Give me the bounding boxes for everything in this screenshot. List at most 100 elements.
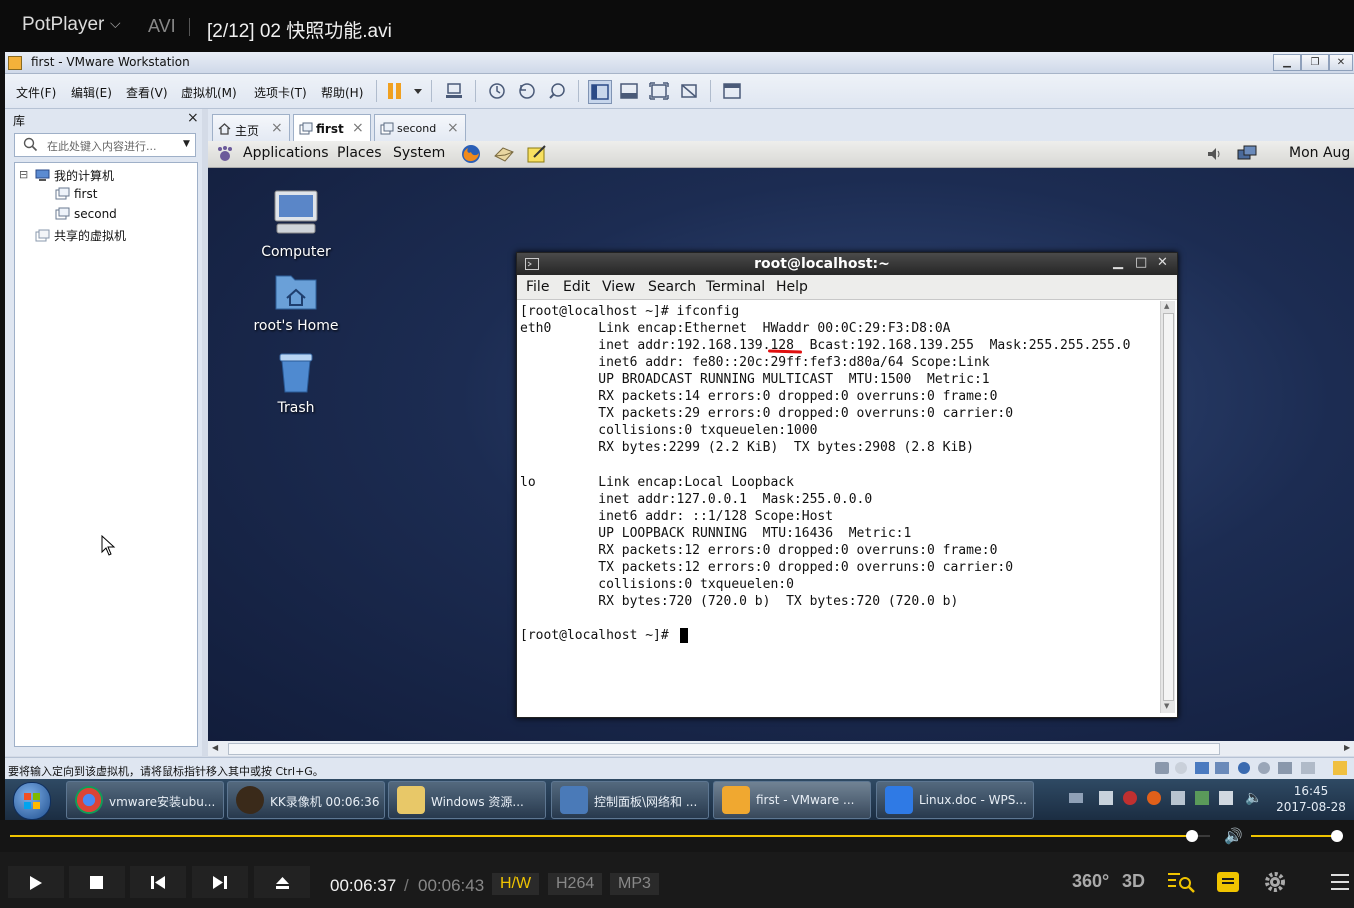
display-icon[interactable]: [1301, 762, 1315, 774]
message-icon[interactable]: [1333, 761, 1347, 775]
full-screen-icon[interactable]: [648, 80, 670, 102]
next-button[interactable]: [192, 866, 248, 898]
previous-button[interactable]: [130, 866, 186, 898]
scroll-up-icon[interactable]: ▲: [1164, 302, 1169, 310]
menu-edit[interactable]: 编辑(E): [71, 84, 112, 101]
terminal-menu-search[interactable]: Search: [648, 279, 696, 295]
taskbar-date[interactable]: 2017-08-28: [1275, 800, 1347, 814]
volume-track[interactable]: [1251, 830, 1343, 842]
taskbar-item-explorer[interactable]: Windows 资源...: [388, 781, 546, 819]
sound-icon[interactable]: [1258, 762, 1270, 774]
collapse-toggle[interactable]: ⊟: [19, 168, 28, 181]
minimize-button[interactable]: ▁: [1273, 54, 1301, 71]
taskbar-time[interactable]: 16:45: [1275, 784, 1347, 798]
close-icon[interactable]: ✕: [1157, 255, 1168, 270]
terminal-menu-file[interactable]: File: [526, 279, 549, 295]
volume-icon[interactable]: 🔊: [1224, 827, 1243, 845]
tray-recorder-icon[interactable]: [1147, 791, 1161, 805]
taskbar-item-control-panel[interactable]: 控制面板\网络和 ...: [551, 781, 709, 819]
pause-icon[interactable]: [384, 80, 406, 102]
guest-menu-system[interactable]: System: [393, 145, 445, 161]
tab-close-icon[interactable]: ×: [352, 120, 364, 136]
terminal-scrollbar[interactable]: ▲ ▼: [1160, 301, 1175, 713]
terminal-menu-edit[interactable]: Edit: [563, 279, 590, 295]
usb-icon[interactable]: [1238, 762, 1250, 774]
tab-home[interactable]: 主页 ×: [212, 114, 290, 142]
tree-item-my-computer[interactable]: 我的计算机: [35, 167, 114, 184]
hw-decode-badge[interactable]: H/W: [492, 873, 540, 895]
menu-icon[interactable]: [1330, 873, 1350, 891]
terminal-menu-help[interactable]: Help: [776, 279, 808, 295]
mail-client-icon[interactable]: [493, 144, 515, 164]
tray-device-icon[interactable]: [1219, 791, 1233, 805]
send-ctrl-alt-del-icon[interactable]: [443, 80, 465, 102]
restore-button[interactable]: ❐: [1301, 54, 1329, 71]
taskbar-item-vmware[interactable]: first - VMware ...: [713, 781, 871, 819]
tree-item-second[interactable]: second: [55, 207, 117, 221]
subtitle-search-icon[interactable]: [1166, 870, 1196, 894]
terminal-menu-view[interactable]: View: [602, 279, 635, 295]
revert-snapshot-icon[interactable]: [516, 80, 538, 102]
vm-horizontal-scrollbar[interactable]: ◀ ▶: [208, 741, 1354, 756]
3d-button[interactable]: 3D: [1122, 871, 1145, 892]
console-view-icon[interactable]: [721, 80, 743, 102]
tab-first[interactable]: first ×: [293, 114, 371, 142]
maximize-icon[interactable]: □: [1135, 255, 1147, 270]
snapshot-icon[interactable]: [486, 80, 508, 102]
settings-gear-icon[interactable]: [1263, 870, 1287, 894]
network-icon[interactable]: [1236, 144, 1258, 164]
desktop-icon-home[interactable]: root's Home: [241, 270, 351, 334]
tree-item-first[interactable]: first: [55, 187, 97, 201]
guest-menu-places[interactable]: Places: [337, 145, 382, 161]
guest-menu-applications[interactable]: Applications: [243, 145, 329, 161]
menu-vm[interactable]: 虚拟机(M): [181, 84, 237, 101]
printer-icon[interactable]: [1278, 762, 1292, 774]
stop-button[interactable]: [69, 866, 125, 898]
unity-mode-icon[interactable]: [678, 80, 700, 102]
network-adapter-icon[interactable]: [1195, 762, 1209, 774]
menu-tabs[interactable]: 选项卡(T): [254, 84, 307, 101]
scrollbar-thumb[interactable]: [1163, 313, 1174, 701]
playlist-icon[interactable]: [1216, 871, 1240, 893]
desktop-icon-computer[interactable]: Computer: [241, 188, 351, 260]
scroll-right-icon[interactable]: ▶: [1344, 743, 1350, 752]
close-icon[interactable]: ×: [187, 110, 199, 126]
minimize-icon[interactable]: ▁: [1113, 255, 1123, 270]
audio-codec-badge[interactable]: MP3: [610, 873, 659, 895]
show-library-icon[interactable]: [588, 80, 612, 104]
taskbar-item-chrome[interactable]: vmware安装ubu...: [66, 781, 224, 819]
tray-security-icon[interactable]: [1195, 791, 1209, 805]
tab-close-icon[interactable]: ×: [271, 120, 283, 136]
terminal-output[interactable]: [root@localhost ~]# ifconfig eth0 Link e…: [520, 303, 1160, 713]
tray-network-icon[interactable]: [1171, 791, 1185, 805]
terminal-title-bar[interactable]: root@localhost:~ ▁ □ ✕: [517, 253, 1177, 275]
scroll-left-icon[interactable]: ◀: [212, 743, 218, 752]
360-button[interactable]: 360°: [1072, 871, 1109, 892]
tray-antivirus-icon[interactable]: [1123, 791, 1137, 805]
close-button[interactable]: ✕: [1329, 54, 1353, 71]
menu-file[interactable]: 文件(F): [16, 84, 56, 101]
desktop-icon-trash[interactable]: Trash: [241, 350, 351, 416]
start-button[interactable]: [13, 782, 51, 820]
taskbar-item-kk-recorder[interactable]: KK录像机 00:06:36: [227, 781, 385, 819]
cd-drive-icon[interactable]: [1175, 762, 1187, 774]
scrollbar-thumb[interactable]: [228, 743, 1220, 755]
notes-editor-icon[interactable]: [526, 144, 548, 164]
tab-close-icon[interactable]: ×: [447, 120, 459, 136]
potplayer-brand-menu[interactable]: PotPlayer: [22, 14, 104, 36]
tab-second[interactable]: second ×: [374, 114, 466, 142]
chevron-down-icon[interactable]: ▼: [183, 139, 190, 149]
tree-item-shared-vms[interactable]: 共享的虚拟机: [35, 227, 126, 244]
seek-handle[interactable]: [1186, 830, 1198, 842]
chevron-down-icon[interactable]: ⌵: [110, 16, 121, 32]
firefox-icon[interactable]: [460, 143, 482, 165]
tray-app-icon[interactable]: [1099, 791, 1113, 805]
scroll-down-icon[interactable]: ▼: [1164, 702, 1169, 710]
volume-handle[interactable]: [1331, 830, 1343, 842]
hard-disk-icon[interactable]: [1155, 762, 1169, 774]
seek-track[interactable]: [10, 830, 1210, 842]
menu-view[interactable]: 查看(V): [126, 84, 168, 101]
thumbnail-bar-icon[interactable]: [618, 80, 640, 102]
eject-button[interactable]: [254, 866, 310, 898]
video-codec-badge[interactable]: H264: [548, 873, 603, 895]
